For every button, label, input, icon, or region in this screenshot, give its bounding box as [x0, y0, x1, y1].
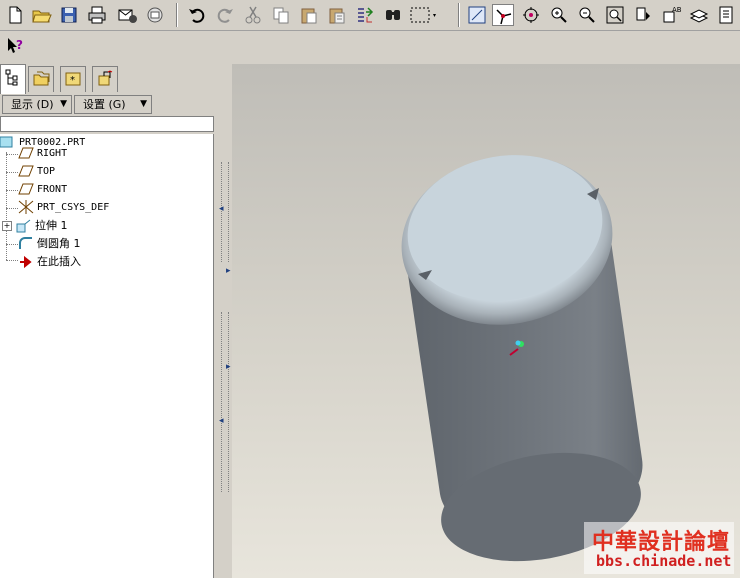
settings-menu-label: 设置 (G) — [83, 98, 126, 111]
selection-box-icon[interactable] — [408, 4, 438, 26]
regenerate-icon[interactable] — [354, 4, 376, 26]
tree-item-round[interactable]: 倒圆角 1 — [18, 235, 81, 253]
tree-item-label: 在此插入 — [37, 255, 81, 268]
datum-display-icon[interactable] — [466, 4, 488, 26]
svg-text:AB: AB — [672, 6, 682, 14]
model-tree-icon[interactable] — [716, 4, 738, 26]
tree-item-top[interactable]: TOP — [18, 163, 55, 181]
chevron-down-icon: ▼ — [60, 99, 67, 109]
tree-connector — [6, 208, 18, 209]
tree-item-extrude[interactable]: + 拉伸 1 — [2, 217, 68, 235]
zoom-out-icon[interactable] — [576, 4, 598, 26]
paste-special-icon[interactable] — [326, 4, 348, 26]
tree-item-label: PRT_CSYS_DEF — [37, 202, 110, 213]
coordinate-system-icon — [18, 200, 34, 214]
tree-item-label: FRONT — [37, 184, 68, 195]
model-tree: PRT0002.PRT RIGHT TOP FRONT PRT_CSYS_DEF… — [0, 134, 214, 578]
view-manager-icon[interactable] — [632, 4, 654, 26]
toolbar-separator — [458, 3, 460, 27]
toolbar-separator — [176, 3, 178, 27]
collapse-left-icon[interactable]: ◂ — [219, 204, 224, 214]
zoom-in-icon[interactable] — [548, 4, 570, 26]
extrude-feature-icon — [16, 219, 32, 233]
tree-item-label: 倒圆角 1 — [37, 237, 81, 250]
svg-text:*: * — [70, 75, 75, 86]
round-feature-icon — [18, 237, 34, 251]
tree-item-front[interactable]: FRONT — [18, 181, 67, 199]
print-preview-icon[interactable] — [144, 4, 166, 26]
folder-browser-tab[interactable] — [28, 66, 54, 92]
tree-item-label: TOP — [37, 166, 56, 177]
chevron-down-icon: ▼ — [140, 99, 147, 109]
datum-plane-icon — [18, 182, 34, 196]
send-mail-icon[interactable] — [116, 4, 138, 26]
expand-right-icon[interactable]: ▸ — [226, 362, 231, 372]
tree-item-right[interactable]: RIGHT — [18, 145, 67, 163]
svg-text:?: ? — [16, 38, 23, 52]
connections-tab[interactable] — [92, 66, 118, 92]
spin-center-icon[interactable] — [492, 4, 514, 26]
tree-connector — [6, 260, 18, 261]
layers-icon[interactable] — [688, 4, 710, 26]
copy-icon[interactable] — [270, 4, 292, 26]
show-menu-button[interactable]: 显示 (D) ▼ — [2, 95, 72, 114]
expand-right-icon[interactable]: ▸ — [226, 266, 231, 276]
watermark-url: bbs.chinade.net — [596, 552, 732, 570]
refit-icon[interactable] — [604, 4, 626, 26]
tree-item-label: RIGHT — [37, 148, 68, 159]
tree-item-csys[interactable]: PRT_CSYS_DEF — [18, 199, 109, 217]
navigator-panel: * 显示 (D) ▼ 设置 (G) ▼ PRT0002.PRT RIGHT TO… — [0, 62, 216, 578]
find-icon[interactable] — [382, 4, 404, 26]
insert-here-arrow-icon — [18, 255, 34, 269]
tree-connector — [6, 154, 18, 155]
tree-connector — [6, 190, 18, 191]
saved-views-icon[interactable]: AB — [660, 4, 682, 26]
part-icon — [0, 135, 16, 149]
undo-icon[interactable] — [186, 4, 208, 26]
cylinder-model[interactable] — [232, 64, 740, 578]
main-toolbar: AB — [0, 0, 740, 31]
open-folder-icon[interactable] — [30, 4, 52, 26]
tree-item-insert-here[interactable]: 在此插入 — [18, 253, 81, 271]
save-icon[interactable] — [58, 4, 80, 26]
redo-icon[interactable] — [214, 4, 236, 26]
context-help-icon[interactable]: ? — [4, 35, 26, 57]
splitter-grip — [221, 312, 229, 492]
expand-toggle-icon[interactable]: + — [2, 221, 12, 231]
tree-connector — [6, 244, 18, 245]
datum-plane-icon — [18, 164, 34, 178]
model-tree-tab[interactable] — [0, 64, 26, 94]
new-file-icon[interactable] — [4, 4, 26, 26]
settings-menu-button[interactable]: 设置 (G) ▼ — [74, 95, 152, 114]
tree-connector — [6, 172, 18, 173]
tree-item-label: 拉伸 1 — [35, 219, 68, 232]
panel-splitter[interactable]: ◂ ▸ ▸ ◂ — [216, 62, 232, 578]
paste-icon[interactable] — [298, 4, 320, 26]
datum-plane-icon — [18, 146, 34, 160]
cut-icon[interactable] — [242, 4, 264, 26]
show-menu-label: 显示 (D) — [11, 98, 54, 111]
graphics-viewport[interactable] — [232, 64, 740, 578]
orient-mode-icon[interactable] — [520, 4, 542, 26]
tree-filter-bar[interactable] — [0, 116, 214, 132]
print-icon[interactable] — [86, 4, 108, 26]
collapse-left-icon[interactable]: ◂ — [219, 416, 224, 426]
favorites-tab[interactable]: * — [60, 66, 86, 92]
secondary-toolbar: ? — [0, 31, 740, 61]
